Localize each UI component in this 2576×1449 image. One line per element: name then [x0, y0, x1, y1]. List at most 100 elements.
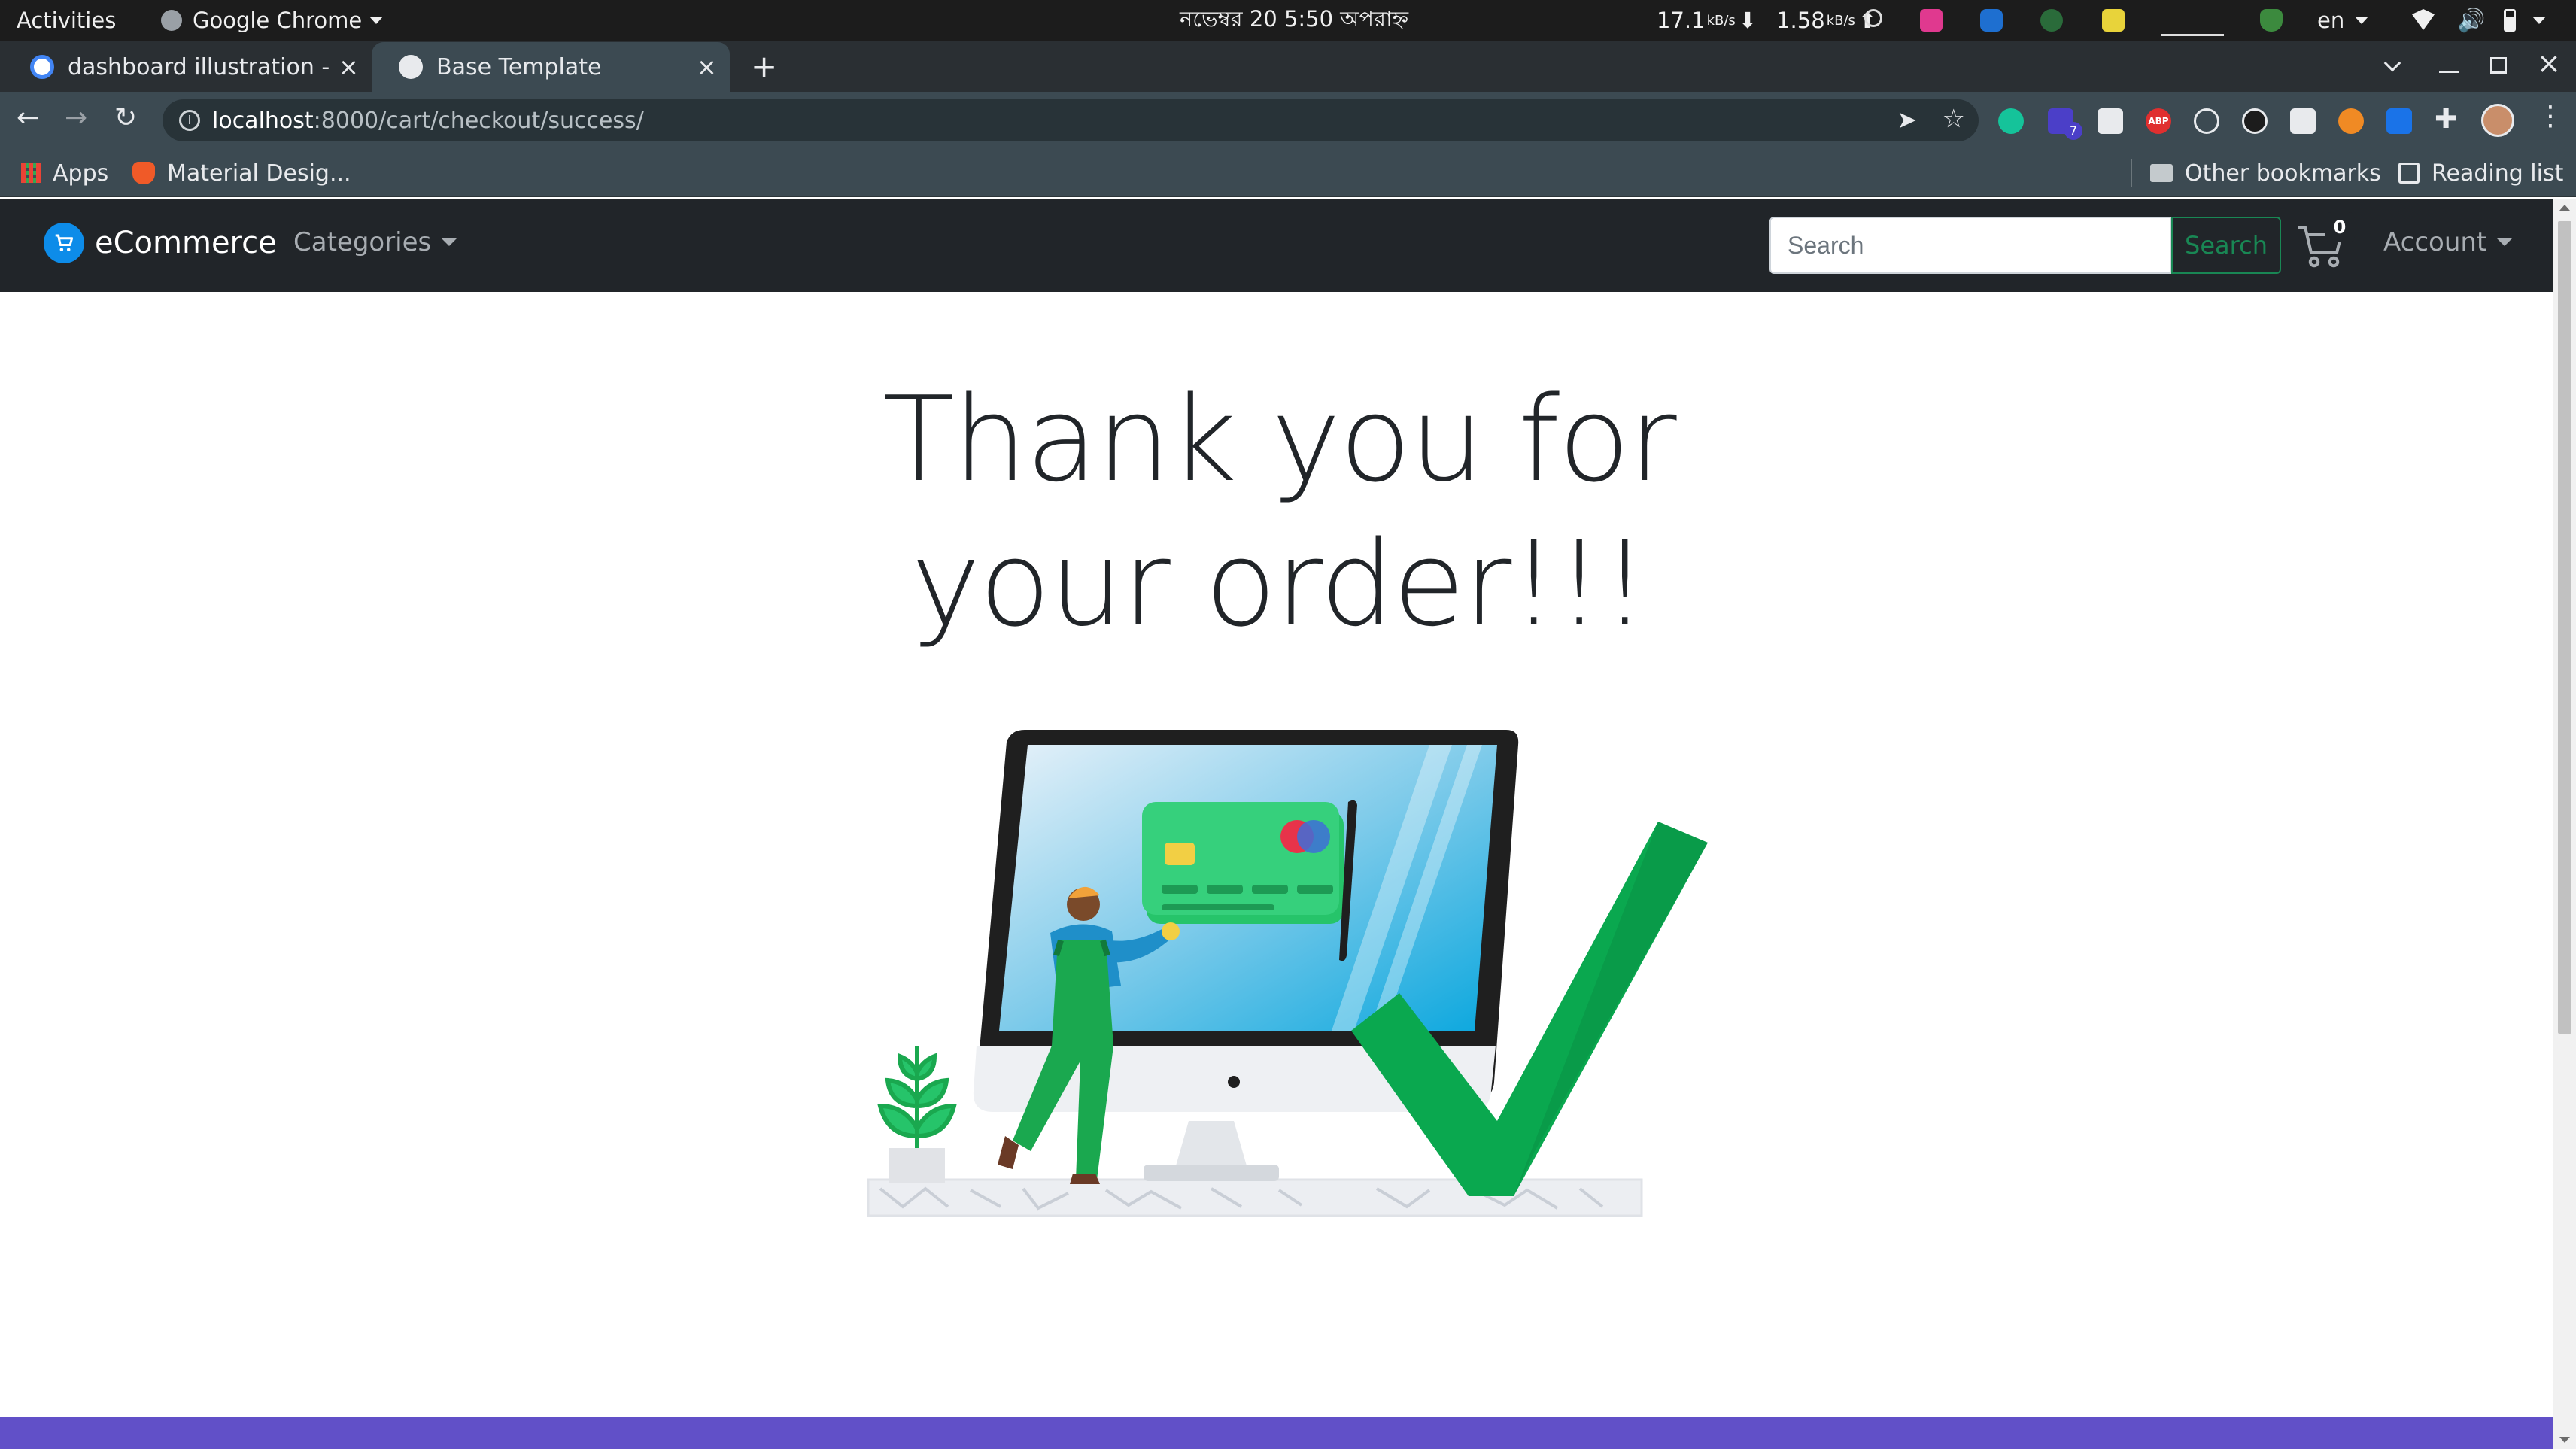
- link-icon[interactable]: [1864, 9, 1882, 27]
- url-path: :8000/cart/checkout/success/: [313, 107, 644, 134]
- account-dropdown[interactable]: Account: [2383, 227, 2513, 257]
- arrow-down-icon: ⬇: [1738, 8, 1757, 33]
- menu-dots-icon[interactable]: ⋮: [2537, 101, 2564, 132]
- address-bar[interactable]: i localhost:8000/cart/checkout/success/ …: [163, 99, 1979, 141]
- site-navbar: eCommerce Categories Search 0 Account: [0, 199, 2553, 292]
- notes-icon[interactable]: [2102, 9, 2125, 32]
- star-icon[interactable]: ☆: [1943, 104, 1965, 134]
- title-line-2: your order!!!: [911, 515, 1648, 652]
- search-button[interactable]: Search: [2171, 217, 2281, 274]
- shield-icon[interactable]: [2260, 9, 2283, 32]
- order-success-illustration: [867, 730, 1708, 1217]
- bookmark-label: Reading list: [2432, 159, 2564, 187]
- tray-leaf-icon[interactable]: [2040, 9, 2063, 32]
- translate-icon[interactable]: [2386, 108, 2412, 134]
- folder-icon: [2150, 164, 2173, 182]
- close-icon[interactable]: ×: [339, 53, 359, 81]
- app-menu[interactable]: Google Chrome: [161, 0, 384, 41]
- grammarly-icon[interactable]: [1998, 108, 2024, 134]
- tab-dashboard-illustration[interactable]: dashboard illustration - G ×: [3, 42, 369, 92]
- activities-label: Activities: [17, 8, 117, 33]
- tab-title: Base Template: [436, 53, 602, 80]
- chevron-down-icon[interactable]: [2532, 17, 2546, 24]
- net-down-value: 17.1: [1657, 8, 1706, 33]
- clock[interactable]: নভেম্বর 20 5:50 অপরাহ্ন: [1180, 0, 1408, 41]
- chrome-icon: [161, 10, 182, 31]
- net-up-value: 1.58: [1776, 8, 1825, 33]
- bookmark-material-design[interactable]: Material Desig...: [132, 149, 351, 197]
- plant-leaves: [877, 1046, 957, 1148]
- volume-icon[interactable]: 🔊: [2457, 8, 2485, 34]
- bookmark-apps[interactable]: Apps: [21, 149, 108, 197]
- puzzle-icon[interactable]: ✚: [2435, 104, 2457, 135]
- tab-base-template[interactable]: Base Template ×: [372, 42, 730, 92]
- brand-name: eCommerce: [95, 226, 277, 260]
- cart-icon: [44, 223, 84, 263]
- scroll-down-arrow[interactable]: [2559, 1437, 2570, 1443]
- new-tab-button[interactable]: +: [751, 48, 777, 85]
- battery-icon[interactable]: [2504, 9, 2516, 32]
- categories-dropdown[interactable]: Categories: [293, 227, 457, 257]
- account-label: Account: [2383, 227, 2487, 257]
- reload-icon[interactable]: ↻: [114, 102, 137, 133]
- app-menu-label: Google Chrome: [193, 8, 363, 33]
- tab-title: dashboard illustration - G: [68, 53, 331, 80]
- tab-search-icon[interactable]: [2383, 54, 2401, 72]
- monitor-camera: [1228, 1076, 1240, 1088]
- chevron-down-icon: [369, 17, 384, 24]
- info-icon[interactable]: i: [179, 110, 200, 131]
- page-scrollbar[interactable]: [2553, 199, 2576, 1449]
- system-monitor-graph[interactable]: [2161, 6, 2224, 36]
- wifi-icon[interactable]: [2412, 9, 2435, 30]
- categories-label: Categories: [293, 227, 432, 257]
- search-input[interactable]: [1769, 217, 2171, 274]
- chevron-down-icon: [2497, 238, 2513, 246]
- teamviewer-icon[interactable]: [1980, 9, 2003, 32]
- url-host: localhost: [212, 107, 314, 134]
- page-title: Thank you for your order!!!: [752, 367, 1806, 656]
- bookmark-label: Apps: [53, 159, 109, 187]
- cart-count-badge: 0: [2325, 212, 2355, 242]
- network-speed: 17.1 kB/s ⬇ 1.58 kB/s ⬆: [1657, 0, 1876, 41]
- minimize-icon[interactable]: [2439, 71, 2459, 73]
- close-icon[interactable]: ×: [697, 53, 717, 81]
- os-top-bar: Activities Google Chrome নভেম্বর 20 5:50…: [0, 0, 2576, 41]
- globe-icon: [399, 55, 423, 79]
- clock-label: নভেম্বর 20 5:50 অপরাহ্ন: [1180, 5, 1409, 32]
- forward-arrow-icon[interactable]: →: [65, 102, 87, 133]
- scroll-thumb[interactable]: [2558, 221, 2571, 1034]
- google-icon: [30, 55, 54, 79]
- reading-list[interactable]: Reading list: [2398, 149, 2563, 197]
- net-down-unit: kB/s: [1706, 12, 1736, 29]
- monitor-base: [1144, 1165, 1279, 1181]
- language-label: en: [2317, 8, 2345, 33]
- bookmarks-bar: Apps Material Desig... Other bookmarks R…: [0, 149, 2576, 197]
- back-arrow-icon[interactable]: ←: [17, 102, 39, 133]
- react-devtools-icon[interactable]: [2194, 108, 2219, 134]
- restore-icon[interactable]: [2490, 57, 2507, 74]
- material-icon: [132, 162, 155, 184]
- apps-grid-icon: [21, 163, 41, 183]
- dark-mode-icon[interactable]: [2242, 108, 2268, 134]
- orange-extension-icon[interactable]: [2338, 108, 2364, 134]
- tab-strip: dashboard illustration - G × Base Templa…: [0, 41, 2576, 92]
- language-selector[interactable]: en: [2317, 0, 2369, 41]
- museum-icon[interactable]: [2098, 108, 2123, 134]
- send-tab-icon[interactable]: ➤: [1897, 105, 1917, 134]
- avatar[interactable]: [2481, 104, 2514, 137]
- scroll-up-arrow[interactable]: [2559, 205, 2570, 211]
- reading-list-icon: [2398, 163, 2420, 184]
- footer-bar: [0, 1417, 2553, 1449]
- browser-toolbar: ← → ↻ i localhost:8000/cart/checkout/suc…: [0, 92, 2576, 149]
- app-tray-icon[interactable]: [1920, 9, 1943, 32]
- activities-button[interactable]: Activities: [17, 0, 116, 41]
- adblock-icon[interactable]: ABP: [2146, 108, 2171, 134]
- chevron-down-icon: [442, 238, 457, 246]
- close-window-icon[interactable]: ×: [2537, 47, 2561, 80]
- bookmark-other[interactable]: Other bookmarks: [2150, 149, 2381, 197]
- net-up-unit: kB/s: [1826, 12, 1855, 29]
- card-logo-blue: [1297, 820, 1330, 853]
- window-extension-icon[interactable]: [2290, 108, 2316, 134]
- brand-link[interactable]: eCommerce: [44, 223, 277, 263]
- title-line-1: Thank you for: [882, 371, 1676, 508]
